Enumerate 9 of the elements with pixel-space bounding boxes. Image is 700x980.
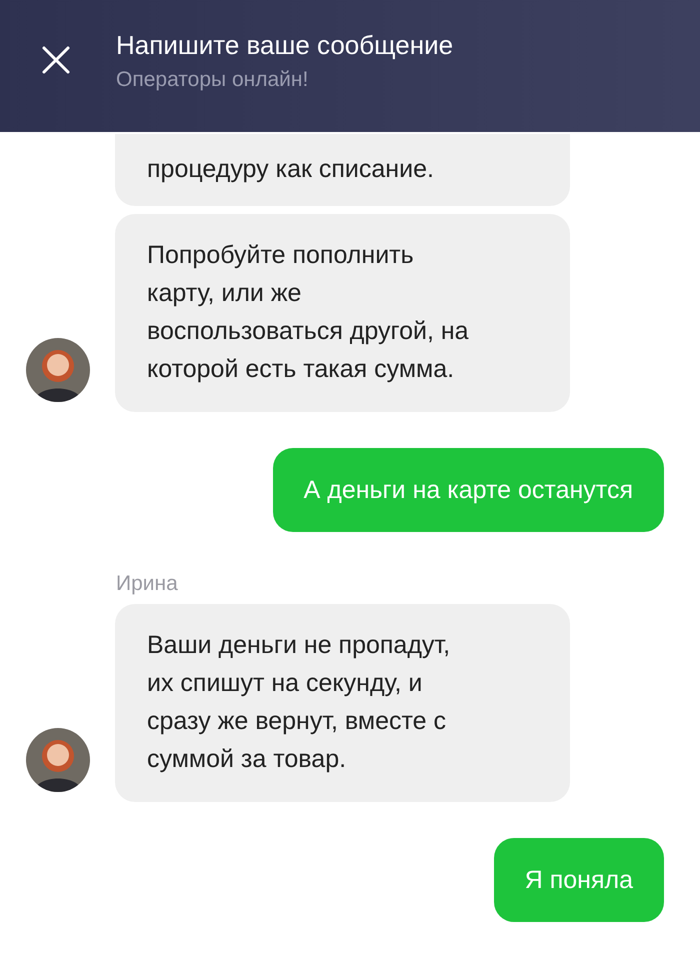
message-bubble: процедуру как списание.	[115, 134, 570, 206]
message-bubble: Я поняла	[494, 838, 664, 922]
chat-status: Операторы онлайн!	[116, 68, 310, 92]
message-bubble: А деньги на карте останутся	[272, 448, 664, 532]
sender-name: Ирина	[116, 572, 179, 596]
message-bubble: Попробуйте пополнить карту, или же воспользоваться другой, на которой есть такая сумма.	[115, 214, 570, 412]
close-icon[interactable]	[41, 45, 71, 75]
chat-title: Напишите ваше сообщение	[116, 29, 454, 62]
message-bubble: Ваши деньги не пропадут, их спишут на секунду, и сразу же вернут, вместе с суммой за товар.	[115, 604, 570, 802]
